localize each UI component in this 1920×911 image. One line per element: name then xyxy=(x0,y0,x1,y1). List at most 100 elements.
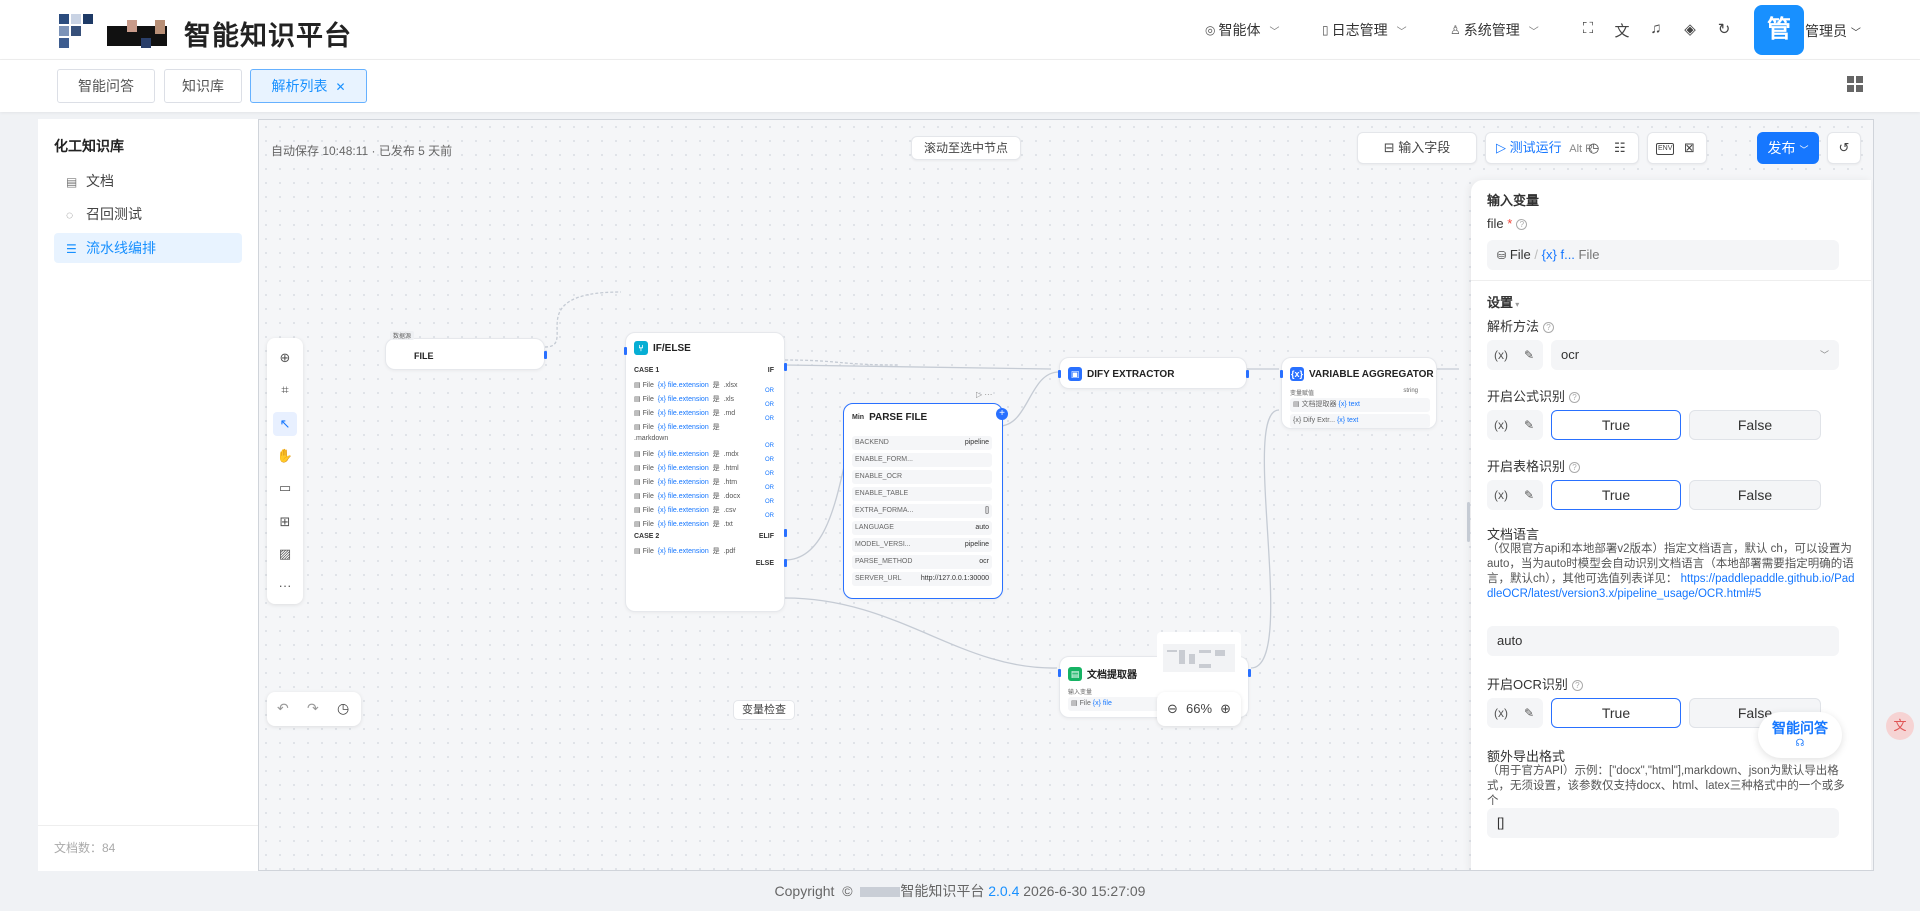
chevron-down-icon: ﹀ xyxy=(1528,26,1539,38)
user-menu[interactable]: 管理员 ﹀ xyxy=(1805,21,1861,41)
formula-true-option[interactable]: True xyxy=(1551,410,1681,440)
panel-resize-handle[interactable] xyxy=(1467,502,1470,542)
smart-qa-float-button[interactable]: 智能问答 ☊ xyxy=(1758,712,1842,758)
variable-mode-icon[interactable]: (x) xyxy=(1487,480,1515,510)
nav-logs[interactable]: ▯ 日志管理 ﹀ xyxy=(1322,20,1407,40)
help-icon[interactable]: ? xyxy=(1569,392,1581,403)
or-label: OR xyxy=(765,402,774,408)
parse-method-select[interactable]: ocr ﹀ xyxy=(1551,340,1839,370)
or-label: OR xyxy=(765,388,774,394)
node-if-else[interactable]: ⑂ IF/ELSE CASE 1 IF ▤ File {x} file.exte… xyxy=(624,332,787,612)
comment-icon[interactable]: ▭ xyxy=(273,476,297,500)
language-input[interactable]: auto xyxy=(1487,626,1839,656)
variable-mode-icon[interactable]: (x) xyxy=(1487,340,1515,370)
variable-mode-icon[interactable]: (x) xyxy=(1487,410,1515,440)
sidebar-item-pipeline[interactable]: ☰ 流水线编排 xyxy=(54,233,242,263)
help-icon[interactable]: ? xyxy=(1543,322,1555,333)
help-icon[interactable]: ? xyxy=(1516,219,1528,230)
undo-icon[interactable]: ↶ xyxy=(277,700,289,717)
node-output-port[interactable] xyxy=(784,529,787,537)
variable-inspect-button[interactable]: 变量检查 xyxy=(733,700,795,720)
settings-title[interactable]: 设置 ▾ xyxy=(1487,292,1519,311)
ocr-true-option[interactable]: True xyxy=(1551,698,1681,728)
zoom-level[interactable]: 66% xyxy=(1186,701,1212,716)
node-input-port[interactable] xyxy=(1058,370,1061,378)
organize-icon[interactable]: ⊞ xyxy=(273,510,297,534)
node-title: PARSE FILE xyxy=(869,412,928,423)
doc-count: 文档数：84 xyxy=(54,841,116,855)
translate-float-icon[interactable]: 文 xyxy=(1886,712,1914,740)
theme-icon[interactable]: ◈ xyxy=(1680,20,1700,38)
node-output-port[interactable] xyxy=(784,559,787,567)
help-icon[interactable]: ? xyxy=(1569,462,1581,473)
translate-icon[interactable]: 文 xyxy=(1612,20,1632,41)
node-input-port[interactable] xyxy=(1280,370,1283,378)
divider xyxy=(1471,280,1871,281)
condition-row: ▤ File {x} file.extension 是 .htm xyxy=(634,479,738,486)
var-mode-toggle[interactable]: (x) ✎ xyxy=(1487,410,1543,440)
knowledge-base-title: 化工知识库 xyxy=(54,138,124,154)
tab-smart-qa[interactable]: 智能问答 xyxy=(57,69,155,103)
zoom-in-icon[interactable]: ⊕ xyxy=(1220,692,1231,726)
add-note-icon[interactable]: ⌗ xyxy=(273,378,297,402)
avatar[interactable]: 管 xyxy=(1754,5,1804,55)
doc-extractor-sub-label: 输入变量 xyxy=(1068,690,1093,696)
condition-value: .markdown xyxy=(634,435,669,442)
add-node-icon[interactable]: + xyxy=(996,408,1008,420)
node-variable-aggregator[interactable]: {x} VARIABLE AGGREGATOR 变量赋值 string ▤ 文档… xyxy=(1280,357,1437,429)
node-dify-extractor[interactable]: ▣ DIFY EXTRACTOR xyxy=(1058,357,1249,389)
footer: Copyright © 智能知识平台 2.0.4 2026-6-30 15:27… xyxy=(774,883,1146,899)
node-parse-file[interactable]: Min PARSE FILE ▷ ··· BACKEND pipeline ENA… xyxy=(843,390,1008,599)
help-icon[interactable]: ? xyxy=(1571,680,1583,691)
doc-extractor-icon: ▤ xyxy=(1068,666,1082,681)
workflow-canvas[interactable]: 自动保存 10:48:11 · 已发布 5 天前 滚动至选中节点 ⊟ 输入字段 … xyxy=(258,119,1874,871)
fullscreen-icon[interactable]: ⛶ xyxy=(1578,20,1598,37)
node-output-port[interactable] xyxy=(784,363,787,371)
table-true-option[interactable]: True xyxy=(1551,480,1681,510)
nav-system[interactable]: ♙ 系统管理 ﹀ xyxy=(1450,20,1539,40)
node-input-port[interactable] xyxy=(624,347,627,355)
close-icon[interactable]: ✕ xyxy=(335,80,345,94)
chat-float-label: 智能问答 xyxy=(1772,720,1828,736)
bell-icon[interactable]: ♫ xyxy=(1646,20,1666,37)
minimap[interactable] xyxy=(1157,632,1241,682)
more-icon[interactable]: ··· xyxy=(273,574,297,598)
var-mode-toggle[interactable]: (x) ✎ xyxy=(1487,340,1543,370)
var-mode-toggle[interactable]: (x) ✎ xyxy=(1487,480,1543,510)
redo-icon[interactable]: ↷ xyxy=(307,700,319,717)
table-false-option[interactable]: False xyxy=(1689,480,1821,510)
var-mode-toggle[interactable]: (x) ✎ xyxy=(1487,698,1543,728)
edit-icon[interactable]: ✎ xyxy=(1515,410,1543,440)
edit-icon[interactable]: ✎ xyxy=(1515,698,1543,728)
history-icon[interactable]: ◷ xyxy=(337,700,349,717)
node-file-source[interactable]: 数据源 FILE xyxy=(385,331,547,370)
edit-icon[interactable]: ✎ xyxy=(1515,480,1543,510)
variable-mode-icon[interactable]: (x) xyxy=(1487,698,1515,728)
nav-agents[interactable]: ◎ 智能体 ﹀ xyxy=(1205,20,1279,40)
image-icon[interactable]: ▨ xyxy=(273,542,297,566)
refresh-icon[interactable]: ↻ xyxy=(1714,20,1734,38)
grid-icon[interactable] xyxy=(1847,76,1863,92)
tab-knowledge-base[interactable]: 知识库 xyxy=(164,69,242,103)
node-output-port[interactable] xyxy=(1248,669,1251,677)
extra-format-input[interactable]: [] xyxy=(1487,808,1839,838)
zoom-out-icon[interactable]: ⊖ xyxy=(1167,692,1178,726)
node-input-port[interactable] xyxy=(1058,669,1061,677)
hand-icon[interactable]: ✋ xyxy=(273,444,297,468)
sidebar-item-recall-test[interactable]: ◌ 召回测试 xyxy=(54,199,242,229)
edit-icon[interactable]: ✎ xyxy=(1515,340,1543,370)
node-output-port[interactable] xyxy=(1246,370,1249,378)
pointer-icon[interactable]: ↖ xyxy=(273,412,297,436)
tab-parse-list[interactable]: 解析列表 ✕ xyxy=(250,69,367,103)
file-variable-field[interactable]: ⛁ File / {x} f... File xyxy=(1487,240,1839,270)
node-output-port[interactable] xyxy=(544,351,547,359)
log-icon: ▯ xyxy=(1322,23,1329,37)
condition-row: ▤ File {x} file.extension 是 xyxy=(634,424,720,431)
param-row: LANGUAGE auto xyxy=(852,521,992,535)
node-actions[interactable]: ▷ ··· xyxy=(976,390,992,399)
sidebar-item-documents[interactable]: ▤ 文档 xyxy=(54,166,242,196)
logo xyxy=(57,12,177,48)
or-label: OR xyxy=(765,485,774,491)
formula-false-option[interactable]: False xyxy=(1689,410,1821,440)
add-block-icon[interactable]: ⊕ xyxy=(273,346,297,370)
